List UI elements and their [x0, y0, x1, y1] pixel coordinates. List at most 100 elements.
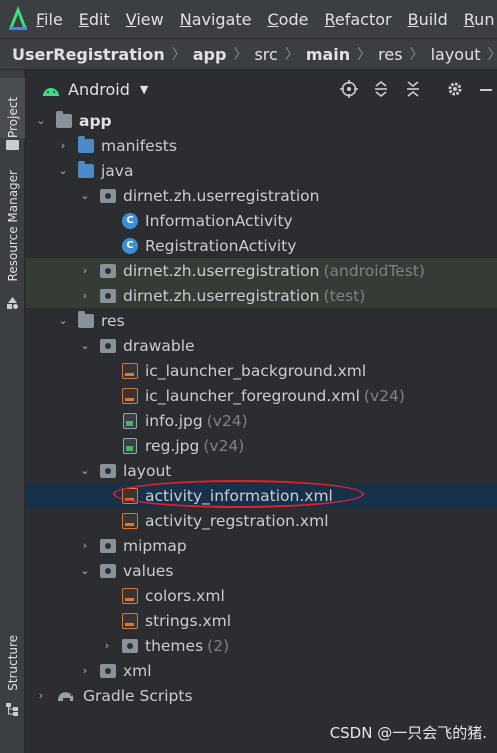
tree-item-suffix: (v24): [206, 411, 248, 430]
tree-item-java[interactable]: ⌄ java: [26, 158, 497, 183]
tree-item-ic-launcher-foreground[interactable]: ic_launcher_foreground.xml (v24): [26, 383, 497, 408]
menu-navigate[interactable]: Navigate: [180, 10, 252, 29]
chevron-right-icon[interactable]: ›: [78, 664, 92, 678]
tree-item-ic-launcher-background[interactable]: ic_launcher_background.xml: [26, 358, 497, 383]
chevron-right-icon: 〉: [487, 44, 497, 64]
locate-icon[interactable]: [339, 80, 359, 98]
folder-icon: [100, 663, 116, 678]
menu-edit[interactable]: Edit: [79, 10, 110, 29]
resource-shapes-icon: [6, 296, 19, 309]
breadcrumb-res[interactable]: res: [378, 45, 402, 64]
tree-item-information-activity[interactable]: C InformationActivity: [26, 208, 497, 233]
tree-item-label: Gradle Scripts: [83, 686, 193, 705]
tree-item-label: strings.xml: [145, 611, 232, 630]
folder-icon: [100, 563, 116, 578]
dropdown-arrow-icon[interactable]: ▼: [140, 83, 148, 96]
chevron-down-icon[interactable]: ⌄: [78, 339, 92, 353]
chevron-down-icon[interactable]: ⌄: [78, 464, 92, 478]
menu-view[interactable]: View: [126, 10, 164, 29]
breadcrumb-project[interactable]: UserRegistration: [12, 45, 165, 64]
tree-item-label: app: [79, 111, 112, 130]
chevron-right-icon[interactable]: ›: [78, 264, 92, 278]
chevron-down-icon[interactable]: ⌄: [78, 564, 92, 578]
watermark: CSDN @一只会飞的猪.: [329, 724, 487, 742]
tree-item-label: dirnet.zh.userregistration: [123, 186, 320, 205]
tree-item-drawable[interactable]: ⌄ drawable: [26, 333, 497, 358]
chevron-right-icon[interactable]: ›: [100, 639, 114, 653]
tree-item-label: ic_launcher_foreground.xml: [145, 386, 360, 405]
menu-bar: File Edit View Navigate Code Refactor Bu…: [0, 0, 497, 38]
tree-item-label: activity_information.xml: [145, 486, 333, 505]
gear-icon[interactable]: [445, 80, 465, 98]
resource-manager-tool-tab[interactable]: Resource Manager: [0, 170, 25, 281]
menu-code[interactable]: Code: [268, 10, 309, 29]
xml-file-icon: [122, 512, 138, 529]
tree-item-suffix: (androidTest): [323, 261, 425, 280]
tree-item-activity-regstration[interactable]: activity_regstration.xml: [26, 508, 497, 533]
chevron-down-icon[interactable]: ⌄: [78, 189, 92, 203]
package-icon: [100, 188, 116, 203]
project-panel-header: Android ▼: [26, 70, 497, 108]
tree-item-reg-jpg[interactable]: reg.jpg (v24): [26, 433, 497, 458]
chevron-down-icon[interactable]: ⌄: [56, 164, 70, 178]
breadcrumb-main[interactable]: main: [306, 45, 350, 64]
tree-item-values[interactable]: ⌄ values: [26, 558, 497, 583]
tree-item-strings-xml[interactable]: strings.xml: [26, 608, 497, 633]
tree-item-suffix: (test): [323, 286, 366, 305]
structure-tab-label: Structure: [5, 635, 20, 691]
project-tool-tab[interactable]: Project: [0, 78, 25, 138]
tree-item-package-test[interactable]: › dirnet.zh.userregistration (test): [26, 283, 497, 308]
xml-file-icon: [122, 612, 138, 629]
source-folder-icon: [78, 160, 94, 178]
folder-icon: [78, 135, 94, 153]
breadcrumb-layout[interactable]: layout: [431, 45, 481, 64]
tool-window-strip: Project Resource Manager Structure: [0, 70, 25, 753]
collapse-all-icon[interactable]: [403, 80, 423, 98]
tree-item-mipmap[interactable]: › mipmap: [26, 533, 497, 558]
menu-build[interactable]: Build: [408, 10, 448, 29]
menu-file[interactable]: File: [36, 10, 63, 29]
tree-item-label: themes: [145, 636, 204, 655]
folder-icon: [6, 140, 19, 150]
tree-item-app[interactable]: ⌄ app: [26, 108, 497, 133]
chevron-right-icon[interactable]: ›: [78, 539, 92, 553]
chevron-down-icon[interactable]: ⌄: [56, 314, 70, 328]
tree-item-label: colors.xml: [145, 586, 225, 605]
chevron-right-icon[interactable]: ›: [56, 139, 70, 153]
tree-item-activity-information[interactable]: activity_information.xml: [26, 483, 497, 508]
structure-icon: [6, 702, 19, 716]
chevron-right-icon: 〉: [171, 47, 186, 63]
chevron-right-icon[interactable]: ›: [78, 289, 92, 303]
tree-item-label: res: [101, 311, 125, 330]
tree-item-package-androidtest[interactable]: › dirnet.zh.userregistration (androidTes…: [26, 258, 497, 283]
tree-item-xml[interactable]: › xml: [26, 658, 497, 683]
menu-run[interactable]: Run: [464, 10, 495, 29]
tree-item-res[interactable]: ⌄ res: [26, 308, 497, 333]
tree-item-info-jpg[interactable]: info.jpg (v24): [26, 408, 497, 433]
chevron-right-icon[interactable]: ›: [34, 689, 48, 703]
project-tab-label: Project: [5, 96, 20, 138]
xml-file-icon: [122, 487, 138, 504]
tree-item-package[interactable]: ⌄ dirnet.zh.userregistration: [26, 183, 497, 208]
chevron-down-icon[interactable]: ⌄: [34, 114, 48, 128]
minimize-icon[interactable]: [476, 80, 496, 98]
image-file-icon: [123, 437, 137, 454]
tree-item-label: ic_launcher_background.xml: [145, 361, 367, 380]
resources-folder-icon: [78, 310, 94, 328]
menu-refactor[interactable]: Refactor: [324, 10, 391, 29]
breadcrumb-src[interactable]: src: [254, 45, 277, 64]
project-view-selector[interactable]: Android: [68, 80, 130, 99]
breadcrumb-module[interactable]: app: [193, 45, 227, 64]
tree-item-label: mipmap: [123, 536, 187, 555]
tree-item-colors-xml[interactable]: colors.xml: [26, 583, 497, 608]
expand-all-icon[interactable]: [371, 80, 391, 98]
tree-item-themes[interactable]: › themes (2): [26, 633, 497, 658]
gradle-elephant-icon: [56, 689, 76, 703]
tree-item-label: dirnet.zh.userregistration: [123, 286, 320, 305]
folder-icon: [100, 338, 116, 353]
tree-item-gradle-scripts[interactable]: › Gradle Scripts: [26, 683, 497, 708]
structure-tool-tab[interactable]: Structure: [0, 635, 25, 691]
tree-item-registration-activity[interactable]: C RegistrationActivity: [26, 233, 497, 258]
tree-item-manifests[interactable]: › manifests: [26, 133, 497, 158]
tree-item-layout[interactable]: ⌄ layout: [26, 458, 497, 483]
